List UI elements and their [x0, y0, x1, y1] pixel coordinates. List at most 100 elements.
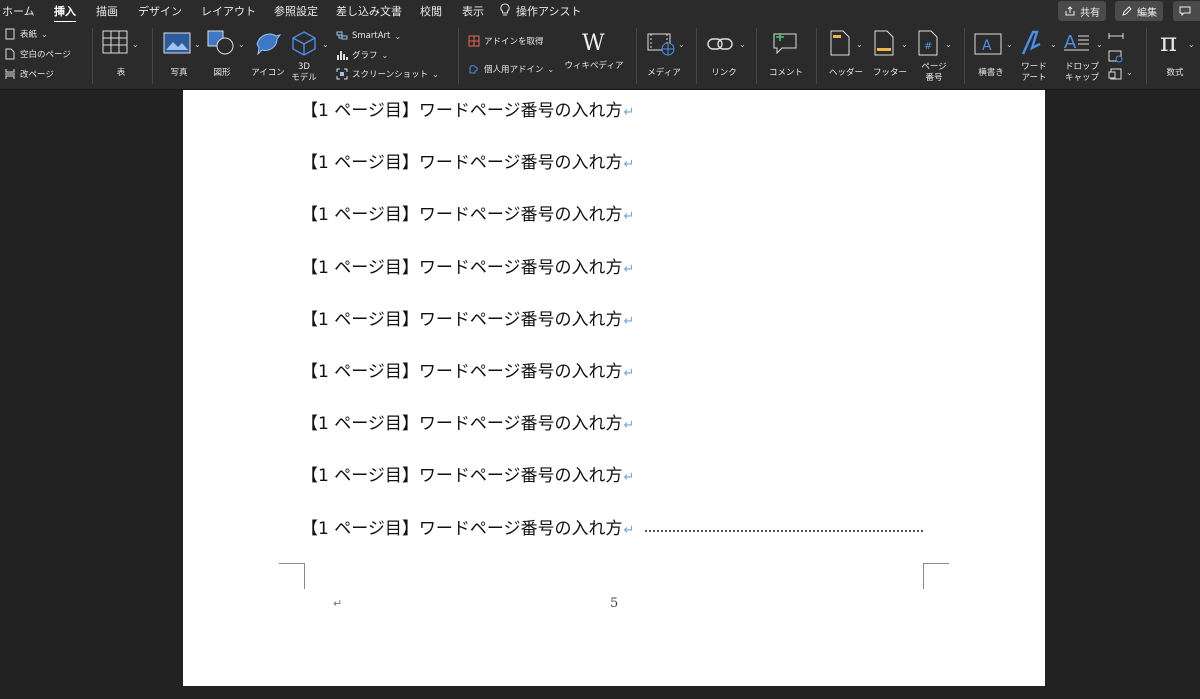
paragraph[interactable]: 【1 ページ目】ワードページ番号の入れ方↵ — [301, 305, 634, 330]
get-addins-button[interactable]: アドインを取得 — [468, 35, 544, 47]
tab-home[interactable]: ホーム — [2, 3, 35, 19]
paragraph-mark: ↵ — [623, 157, 635, 172]
cover-page-button[interactable]: 表紙 ⌄ — [4, 28, 48, 40]
textbox-label: 横書き — [978, 68, 1004, 78]
3d-models-button[interactable]: ⌄ 3D モデル — [290, 28, 330, 84]
textbox-icon: A — [974, 33, 1002, 55]
wikipedia-label: ウィキペディア — [564, 61, 624, 71]
paragraph[interactable]: 【1 ページ目】ワードページ番号の入れ方↵ — [301, 461, 634, 486]
document-workspace[interactable]: 【1 ページ目】ワードページ番号の入れ方↵ 【1 ページ目】ワードページ番号の入… — [0, 90, 1200, 699]
wordart-button[interactable]: ⌄ ワード アート — [1018, 28, 1058, 84]
svg-text:#: # — [924, 41, 932, 52]
icons-label: アイコン — [251, 68, 285, 78]
paragraph-mark: ↵ — [623, 366, 635, 381]
comment-button[interactable]: コメント — [764, 28, 808, 84]
tab-insert[interactable]: 挿入 — [54, 3, 76, 23]
tab-view[interactable]: 表示 — [462, 3, 484, 19]
chart-button[interactable]: グラフ ⌄ — [336, 49, 388, 61]
ribbon-separator — [756, 28, 757, 84]
icons-button[interactable]: アイコン — [248, 28, 288, 84]
editing-mode-button[interactable]: 編集 — [1115, 1, 1163, 21]
get-addins-label: アドインを取得 — [484, 37, 544, 47]
chevron-down-icon: ⌄ — [1188, 40, 1195, 49]
textbox-button[interactable]: A ⌄ 横書き — [972, 28, 1016, 84]
equation-button[interactable]: π ⌄ 数式 — [1152, 28, 1198, 84]
link-button[interactable]: ⌄ リンク — [704, 28, 748, 84]
edit-label: 編集 — [1137, 7, 1157, 19]
pi-icon: π — [1160, 28, 1178, 58]
screenshot-button[interactable]: スクリーンショット ⌄ — [336, 68, 439, 80]
tell-me-assist[interactable]: 操作アシスト — [516, 3, 582, 19]
footer-button[interactable]: ⌄ フッター — [868, 28, 912, 84]
my-addins-button[interactable]: 個人用アドイン ⌄ — [468, 63, 554, 75]
chevron-down-icon: ⌄ — [394, 31, 402, 41]
paragraph[interactable]: 【1 ページ目】ワードページ番号の入れ方↵ — [301, 148, 634, 173]
photo-button[interactable]: ⌄ 写真 — [160, 28, 202, 84]
header-label: ヘッダー — [828, 68, 863, 78]
paragraph[interactable]: 【1 ページ目】ワードページ番号の入れ方↵ — [301, 253, 634, 278]
paragraph[interactable]: 【1 ページ目】ワードページ番号の入れ方↵ — [301, 514, 634, 539]
dropcap-label-line2: キャップ — [1064, 73, 1099, 83]
paragraph-mark: ↵ — [623, 523, 635, 538]
3d-label-line2: モデル — [291, 73, 317, 83]
paragraph[interactable]: 【1 ページ目】ワードページ番号の入れ方↵ — [301, 96, 634, 121]
chevron-down-icon: ⌄ — [1126, 68, 1133, 77]
tab-mailings[interactable]: 差し込み文書 — [336, 3, 402, 19]
paragraph-text: 【1 ページ目】ワードページ番号の入れ方 — [301, 258, 623, 278]
ribbon-separator — [92, 28, 93, 84]
smartart-button[interactable]: SmartArt ⌄ — [336, 30, 401, 42]
tab-design[interactable]: デザイン — [138, 3, 182, 19]
footer-icon — [874, 30, 894, 56]
page-break-label: 改ページ — [20, 70, 54, 80]
signature-line-button[interactable] — [1108, 30, 1124, 44]
tab-review[interactable]: 校閲 — [420, 3, 442, 19]
shapes-button[interactable]: ⌄ 図形 — [205, 28, 247, 84]
chevron-down-icon: ⌄ — [945, 40, 952, 49]
film-globe-icon — [647, 33, 675, 56]
my-addins-label: 個人用アドイン — [484, 65, 544, 75]
comments-button[interactable] — [1173, 1, 1200, 21]
chevron-down-icon: ⌄ — [238, 40, 245, 49]
wordart-label-line2: アート — [1021, 73, 1047, 83]
header-icon — [830, 30, 850, 56]
date-time-button[interactable] — [1108, 49, 1124, 63]
wikipedia-button[interactable]: W ウィキペディア — [562, 28, 626, 84]
wordart-icon — [1021, 30, 1041, 55]
bar-chart-icon — [337, 51, 348, 60]
footer-page-number[interactable]: 5 — [610, 596, 618, 611]
blank-page-button[interactable]: 空白のページ — [4, 48, 71, 60]
paragraph[interactable]: 【1 ページ目】ワードページ番号の入れ方↵ — [301, 357, 634, 382]
ribbon: 表紙 ⌄ 空白のページ 改ページ ⌄ 表 ⌄ 写真 ⌄ 図形 アイコン ⌄ 3D… — [0, 22, 1200, 90]
document-page[interactable]: 【1 ページ目】ワードページ番号の入れ方↵ 【1 ページ目】ワードページ番号の入… — [183, 90, 1045, 686]
chevron-down-icon: ⌄ — [678, 40, 685, 49]
paragraph-text: 【1 ページ目】ワードページ番号の入れ方 — [301, 414, 623, 434]
footer-margin-corner-right — [923, 563, 949, 589]
tab-draw[interactable]: 描画 — [96, 3, 118, 19]
paragraph[interactable]: 【1 ページ目】ワードページ番号の入れ方↵ — [301, 200, 634, 225]
table-button[interactable]: ⌄ 表 — [100, 28, 142, 84]
media-button[interactable]: ⌄ メディア — [644, 28, 688, 84]
shapes-icon — [207, 30, 234, 55]
chevron-down-icon: ⌄ — [547, 64, 555, 74]
paragraph-mark: ↵ — [623, 105, 635, 120]
svg-text:A: A — [982, 38, 992, 54]
cover-page-label: 表紙 — [20, 30, 38, 40]
comment-label: コメント — [768, 68, 803, 78]
object-icon — [1108, 68, 1122, 80]
tab-layout[interactable]: レイアウト — [201, 3, 256, 19]
chevron-down-icon: ⌄ — [381, 50, 389, 60]
paragraph[interactable]: 【1 ページ目】ワードページ番号の入れ方↵ — [301, 409, 634, 434]
object-button[interactable]: ⌄ — [1108, 68, 1136, 82]
page-number-button[interactable]: # ⌄ ページ 番号 — [912, 28, 956, 84]
lightbulb-icon — [500, 3, 510, 16]
ribbon-tab-bar: ホーム 挿入 描画 デザイン レイアウト 参照設定 差し込み文書 校閲 表示 操… — [0, 0, 1200, 23]
chevron-down-icon: ⌄ — [132, 40, 139, 49]
dropcap-button[interactable]: A ⌄ ドロップ キャップ — [1060, 28, 1104, 84]
header-button[interactable]: ⌄ ヘッダー — [824, 28, 868, 84]
tab-references[interactable]: 参照設定 — [274, 3, 318, 19]
page-number-label-line1: ページ — [921, 62, 947, 72]
equation-label: 数式 — [1166, 68, 1184, 78]
page-break-button[interactable]: 改ページ — [4, 68, 54, 80]
ribbon-separator — [152, 28, 153, 84]
share-button[interactable]: 共有 — [1058, 1, 1106, 21]
